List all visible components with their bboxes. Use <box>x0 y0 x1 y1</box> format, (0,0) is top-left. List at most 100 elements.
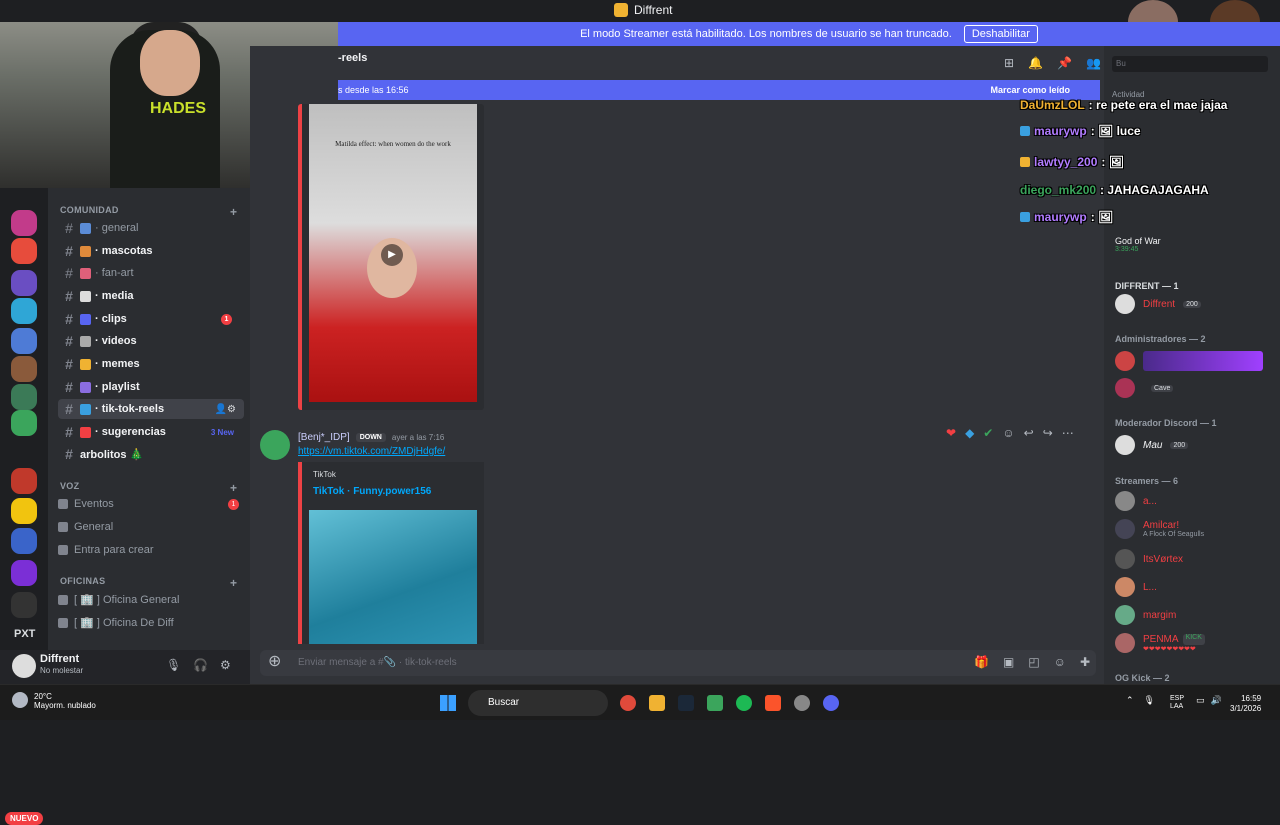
weather-widget[interactable]: 20°C Mayorm. nublado <box>12 692 96 710</box>
member-item[interactable]: L... <box>1115 576 1275 598</box>
channel-fan-art[interactable]: # · fan-art <box>58 263 244 283</box>
add-channel-icon[interactable]: + <box>230 576 237 590</box>
volume-icon[interactable]: 🔊 <box>1211 695 1222 706</box>
channel-clips[interactable]: # · clips 1 <box>58 309 244 329</box>
voice-entra-para-crear[interactable]: Entra para crear <box>58 544 153 556</box>
steam-icon[interactable] <box>678 695 694 711</box>
more-options-icon[interactable]: ⋯ <box>1062 426 1074 440</box>
voice-oficina-general[interactable]: [ 🏢 ] Oficina General <box>58 593 179 606</box>
apps-icon[interactable]: ✚ <box>1080 655 1090 669</box>
avatar[interactable] <box>260 430 290 460</box>
server-icon[interactable] <box>11 270 37 296</box>
channel-sugerencias[interactable]: # · sugerencias 3 New <box>58 422 244 442</box>
xbox-icon[interactable] <box>707 695 723 711</box>
windows-start-icon[interactable] <box>440 695 456 711</box>
server-icon[interactable] <box>11 210 37 236</box>
server-icon[interactable] <box>11 328 37 354</box>
server-pxt[interactable]: PXT <box>14 628 35 640</box>
add-channel-icon[interactable]: + <box>230 481 237 495</box>
server-icon[interactable] <box>11 592 37 618</box>
reply-icon[interactable]: ↩ <box>1024 426 1034 440</box>
server-icon[interactable] <box>11 498 37 524</box>
notification-bell-icon[interactable]: 🔔 <box>1028 56 1043 70</box>
server-icon[interactable] <box>11 528 37 554</box>
network-icon[interactable]: ▭ <box>1196 695 1205 706</box>
server-icon[interactable] <box>11 468 37 494</box>
member-item[interactable]: Mau 200 <box>1115 434 1275 456</box>
embed-title[interactable]: TikTok · Funny.power156 <box>313 486 431 497</box>
folder-icon[interactable] <box>649 695 665 711</box>
gif-icon[interactable]: ▣ <box>1003 655 1014 669</box>
member-item[interactable]: a... <box>1115 490 1275 512</box>
language-indicator[interactable]: ESP LAA <box>1170 695 1184 711</box>
sticker-icon[interactable]: ◰ <box>1028 655 1039 669</box>
server-icon[interactable] <box>11 560 37 586</box>
taskbar-search[interactable]: Buscar <box>468 690 608 716</box>
channel-general[interactable]: # · general <box>58 218 244 238</box>
game-activity[interactable]: God of War 3:39:45 <box>1115 236 1161 253</box>
server-icon[interactable] <box>11 384 37 410</box>
member-item[interactable]: ItsVørtex <box>1115 548 1275 570</box>
brave-icon[interactable] <box>765 695 781 711</box>
member-item[interactable]: Cave <box>1115 377 1275 399</box>
category-comunidad[interactable]: COMUNIDAD + <box>60 205 237 219</box>
chevron-up-icon[interactable]: ⌃ <box>1126 695 1134 706</box>
author-name[interactable]: [Benj*_IDP] <box>298 432 350 443</box>
video-thumbnail[interactable] <box>309 510 477 644</box>
server-icon[interactable] <box>11 356 37 382</box>
composer-placeholder[interactable]: Enviar mensaje a #📎 · tik-tok-reels <box>298 657 457 668</box>
mic-icon[interactable]: 🎙 <box>1144 695 1155 706</box>
message-composer[interactable]: ⊕ Enviar mensaje a #📎 · tik-tok-reels 🎁 … <box>260 650 1096 676</box>
add-reaction-icon[interactable]: ☺ <box>1002 426 1014 440</box>
avatar[interactable] <box>12 654 36 678</box>
gift-icon[interactable]: 🎁 <box>974 655 989 669</box>
new-messages-bar[interactable]: s desde las 16:56 Marcar como leído <box>338 80 1100 100</box>
badge-icon <box>1020 157 1030 167</box>
heart-reaction-icon[interactable]: ❤ <box>946 426 956 440</box>
attach-plus-icon[interactable]: ⊕ <box>268 654 284 670</box>
add-channel-icon[interactable]: + <box>230 205 237 219</box>
channel-playlist[interactable]: # · playlist <box>58 377 244 397</box>
voice-oficina-diff[interactable]: [ 🏢 ] Oficina De Diff <box>58 616 174 629</box>
member-item[interactable]: Diffrent 200 <box>1115 293 1275 315</box>
member-list-icon[interactable]: 👥 <box>1086 56 1101 70</box>
headphones-icon[interactable]: 🎧 <box>193 658 208 672</box>
disable-streamer-button[interactable]: Deshabilitar <box>963 25 1038 43</box>
voice-general[interactable]: General <box>58 521 113 533</box>
forward-icon[interactable]: ↪ <box>1043 426 1053 440</box>
chrome-icon[interactable] <box>620 695 636 711</box>
threads-icon[interactable]: ⊞ <box>1004 56 1014 70</box>
member-item[interactable] <box>1115 350 1275 372</box>
spotify-icon[interactable] <box>736 695 752 711</box>
search-input[interactable]: Bu <box>1112 56 1268 72</box>
server-icon[interactable] <box>11 298 37 324</box>
check-reaction-icon[interactable]: ✔ <box>983 426 993 440</box>
member-item[interactable]: Amilcar! A Flock Of Seagulls <box>1115 518 1275 540</box>
category-voz[interactable]: VOZ + <box>60 481 237 495</box>
settings-gear-icon[interactable]: ⚙ <box>220 658 231 672</box>
reaction-icon[interactable]: ◆ <box>965 426 974 440</box>
pin-icon[interactable]: 📌 <box>1057 56 1072 70</box>
member-item[interactable]: margim <box>1115 604 1275 626</box>
app-icon[interactable] <box>794 695 810 711</box>
clock[interactable]: 16:59 3/1/2026 <box>1230 694 1261 714</box>
channel-videos[interactable]: # · videos <box>58 331 244 351</box>
channel-tik-tok-reels[interactable]: # · tik-tok-reels 👤⚙ <box>58 399 244 419</box>
category-oficinas[interactable]: OFICINAS + <box>60 576 237 590</box>
microphone-icon[interactable]: 🎙 <box>166 658 181 672</box>
member-item[interactable]: PENMA KICK ❤❤❤❤❤❤❤❤❤ <box>1115 632 1275 654</box>
video-caption: Matilda effect: when women do the work <box>335 140 451 148</box>
video-thumbnail[interactable]: Matilda effect: when women do the work ▶ <box>309 104 477 402</box>
voice-eventos[interactable]: Eventos <box>58 498 114 510</box>
channel-memes[interactable]: # · memes <box>58 354 244 374</box>
server-icon[interactable] <box>11 410 37 436</box>
message-link[interactable]: https://vm.tiktok.com/ZMDjHdgfe/ <box>298 446 445 457</box>
channel-arbolitos[interactable]: # arbolitos 🎄 <box>58 444 244 464</box>
discord-icon[interactable] <box>823 695 839 711</box>
channel-media[interactable]: # · media <box>58 286 244 306</box>
server-icon[interactable] <box>11 238 37 264</box>
channel-mascotas[interactable]: # · mascotas <box>58 241 244 261</box>
play-icon[interactable]: ▶ <box>381 244 403 266</box>
emoji-icon[interactable]: ☺ <box>1054 655 1066 669</box>
channel-settings-icon[interactable]: 👤⚙ <box>215 404 236 415</box>
